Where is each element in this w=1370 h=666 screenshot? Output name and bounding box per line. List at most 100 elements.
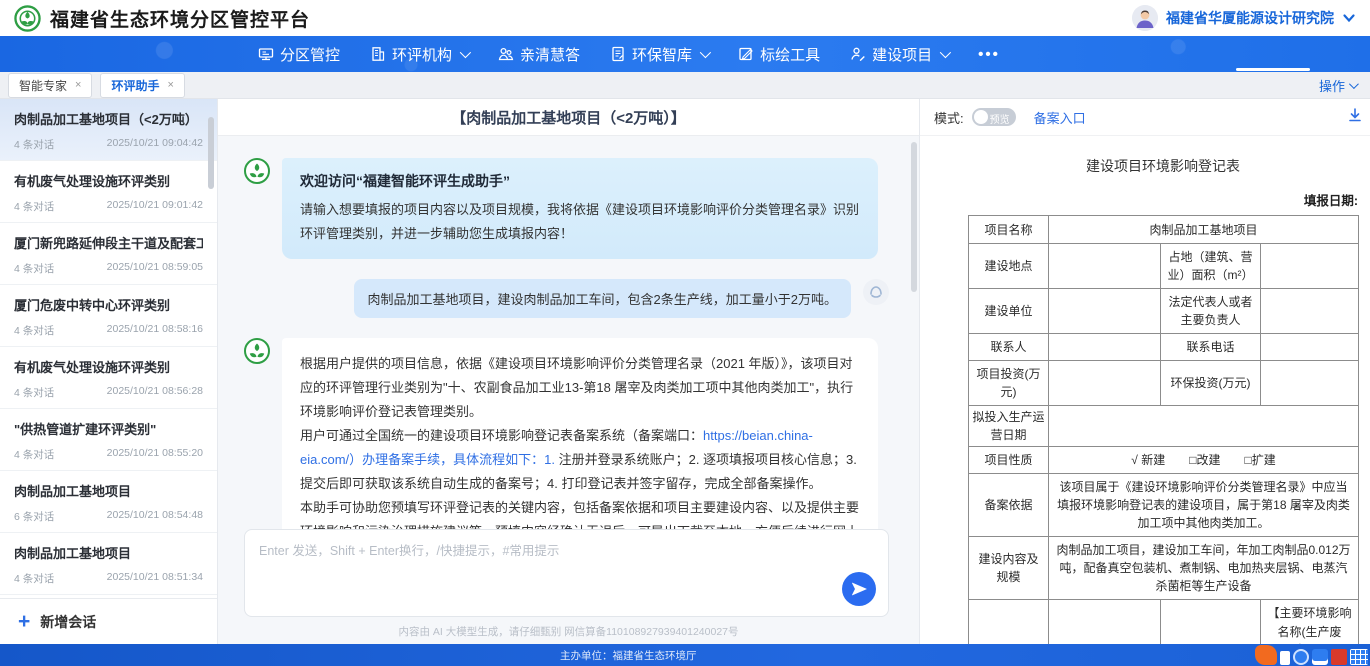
nav-item-drawing-tools[interactable]: 标绘工具 [738, 44, 820, 65]
cell-value-empty[interactable] [1261, 361, 1359, 406]
cell-value-empty[interactable] [1049, 361, 1161, 406]
conversation-item[interactable]: 肉制品加工基地项目（<2万吨） 4 条对话2025/10/21 09:04:42 [0, 99, 217, 161]
main-navbar: 分区管控 环评机构 亲清慧答 环保智库 标绘工具 建设项目 ••• [0, 36, 1370, 72]
cell-value-empty[interactable] [1049, 406, 1359, 447]
app-header: 福建省生态环境分区管控平台 福建省华厦能源设计研究院 [0, 0, 1370, 36]
message-input-container [244, 529, 889, 617]
tab-label: 智能专家 [19, 77, 67, 94]
footer-text: 主办单位：福建省生态环境厅 [560, 648, 697, 663]
chevron-down-icon [460, 47, 471, 58]
cell-value-empty[interactable] [1261, 244, 1359, 289]
conversation-item[interactable]: 肉制品加工基地项目 6 条对话2025/10/21 08:54:48 [0, 471, 217, 533]
org-name[interactable]: 福建省华厦能源设计研究院 [1166, 8, 1334, 28]
chevron-down-icon [700, 47, 711, 58]
nav-more-button[interactable]: ••• [978, 46, 1000, 63]
conversation-time: 2025/10/21 08:55:20 [107, 447, 203, 462]
conversation-title: 肉制品加工基地项目（<2万吨） [14, 109, 203, 128]
new-conversation-label: 新增会话 [40, 612, 96, 632]
cell-value-empty[interactable] [1261, 334, 1359, 361]
conversation-count: 4 条对话 [14, 571, 54, 586]
close-icon[interactable]: × [167, 79, 173, 91]
actions-label: 操作 [1319, 76, 1345, 95]
footer-logo-icon [1350, 649, 1368, 665]
actions-menu[interactable]: 操作 [1319, 76, 1362, 95]
nav-item-projects[interactable]: 建设项目 [850, 44, 948, 65]
conversation-item[interactable]: 有机废气处理设施环评类别 4 条对话2025/10/21 08:56:28 [0, 347, 217, 409]
footer-logo-icon [1331, 649, 1347, 665]
message-input[interactable] [259, 540, 836, 606]
cell-value[interactable]: 肉制品加工基地项目 [1049, 216, 1359, 244]
construction-content-value[interactable]: 肉制品加工项目，建设加工车间，年加工肉制品0.012万吨，配备真空包装机、煮制锅… [1049, 537, 1359, 600]
building-icon [370, 46, 386, 62]
nav-item-think-tank[interactable]: 环保智库 [610, 44, 708, 65]
cell-value-empty[interactable] [1049, 334, 1161, 361]
platform-logo-icon [14, 5, 41, 32]
cell-label: 项目性质 [969, 447, 1049, 474]
conversation-title: 厦门新兜路延伸段主干道及配套工程 [14, 233, 203, 252]
tab-label: 环评助手 [111, 77, 159, 94]
toggle-knob [974, 110, 988, 124]
people-chat-icon [498, 46, 514, 62]
cell-value-empty[interactable] [1049, 244, 1161, 289]
tab-eia-assistant[interactable]: 环评助手 × [100, 73, 184, 98]
download-icon[interactable] [1347, 107, 1363, 128]
filing-entry-link[interactable]: 备案入口 [1034, 108, 1086, 127]
cell-label: 建设单位 [969, 289, 1049, 334]
conversation-title: 肉制品加工基地项目 [14, 543, 203, 562]
conversation-list: 肉制品加工基地项目（<2万吨） 4 条对话2025/10/21 09:04:42… [0, 99, 217, 598]
ai-disclaimer: 内容由 AI 大模型生成，请仔细甄别 网信算备11010892793940124… [218, 624, 919, 639]
cell-label: 建设地点 [969, 244, 1049, 289]
cell-value-empty[interactable] [1261, 289, 1359, 334]
conversation-item[interactable]: 厦门危废中转中心环评类别 4 条对话2025/10/21 08:58:16 [0, 285, 217, 347]
welcome-bubble: 欢迎访问“福建智能环评生成助手” 请输入想要填报的项目内容以及项目规模，我将依据… [282, 158, 878, 259]
conversation-title: 厦门危废中转中心环评类别 [14, 295, 203, 314]
conversation-item[interactable]: "供热管道扩建环评类别" 4 条对话2025/10/21 08:55:20 [0, 409, 217, 471]
plus-icon: + [18, 611, 30, 632]
welcome-body: 请输入想要填报的项目内容以及项目规模，我将依据《建设项目环境影响评价分类管理名录… [300, 198, 860, 246]
send-icon [851, 581, 867, 597]
measures-value[interactable]: 【主要环境影响名称(生产废水)】: √ 有环保措施: 采取 隔油池+气浮+生化处… [1261, 600, 1359, 645]
chevron-down-icon [940, 47, 951, 58]
person-edit-icon [850, 46, 866, 62]
project-nature-options[interactable]: √ 新建 □改建 □扩建 [1049, 447, 1359, 474]
user-message-avatar-icon [863, 279, 889, 305]
form-date-label: 填报日期: [968, 190, 1358, 209]
nav-label: 环保智库 [632, 44, 692, 65]
new-conversation-button[interactable]: + 新增会话 [0, 598, 217, 644]
conversation-item[interactable]: 有机废气处理设施环评类别 4 条对话2025/10/21 09:01:42 [0, 161, 217, 223]
impact-checklist[interactable]: □废气 √废水: □生活污水 √生产废水 √固废 □噪声 □生态影响 □辐射环境… [1049, 600, 1161, 645]
conversation-item[interactable]: 厦门新兜路延伸段主干道及配套工程 4 条对话 2025/10/21 08:59:0… [0, 223, 217, 285]
nav-item-qa[interactable]: 亲清慧答 [498, 44, 580, 65]
preview-toggle[interactable]: 预览 [972, 108, 1016, 126]
cell-label: 联系电话 [1161, 334, 1261, 361]
conversation-count: 4 条对话 [14, 261, 54, 276]
chevron-down-icon[interactable] [1342, 11, 1356, 25]
form-title: 建设项目环境影响登记表 [968, 156, 1358, 176]
more-icon: ••• [978, 46, 1000, 63]
conversation-count: 4 条对话 [14, 199, 54, 214]
chat-title: 【肉制品加工基地项目（<2万吨）】 [451, 107, 686, 128]
nav-item-zoning[interactable]: 分区管控 [258, 44, 340, 65]
beian-link-tail: 办理备案手续，具体流程如下：1. [362, 452, 555, 467]
nav-item-eia-org[interactable]: 环评机构 [370, 44, 468, 65]
close-icon[interactable]: × [75, 79, 81, 91]
cell-label: 法定代表人或者主要负责人 [1161, 289, 1261, 334]
send-button[interactable] [842, 572, 876, 606]
chevron-down-icon [1349, 79, 1359, 89]
cell-label: 建设内容及规模 [969, 537, 1049, 600]
tab-smart-expert[interactable]: 智能专家 × [8, 73, 92, 98]
reply-paragraph: 根据用户提供的项目信息，依据《建设项目环境影响评价分类管理名录（2021 年版）… [300, 352, 860, 424]
reply-paragraph: 用户可通过全国统一的建设项目环境影响登记表备案系统（备案端口：https://b… [300, 424, 860, 496]
zoning-icon [258, 46, 274, 62]
conversation-item[interactable]: 肉制品加工基地项目 4 条对话2025/10/21 08:51:34 [0, 533, 217, 595]
cell-value-empty[interactable] [1049, 289, 1161, 334]
chat-scrollbar[interactable] [911, 142, 917, 292]
measures-line: 【主要环境影响名称(生产废水)】: [1267, 604, 1352, 644]
conversation-time: 2025/10/21 08:59:05 [107, 261, 203, 276]
assistant-reply-bubble: 根据用户提供的项目信息，依据《建设项目环境影响评价分类管理名录（2021 年版）… [282, 338, 878, 529]
user-bubble: 肉制品加工基地项目，建设肉制品加工车间，包含2条生产线，加工量小于2万吨。 [354, 279, 851, 318]
user-avatar[interactable] [1132, 5, 1158, 31]
sidebar-scrollbar[interactable] [208, 117, 214, 189]
nav-label: 环评机构 [392, 44, 452, 65]
filing-basis-value[interactable]: 该项目属于《建设环境影响评价分类管理名录》中应当填报环境影响登记表的建设项目，属… [1049, 474, 1359, 537]
